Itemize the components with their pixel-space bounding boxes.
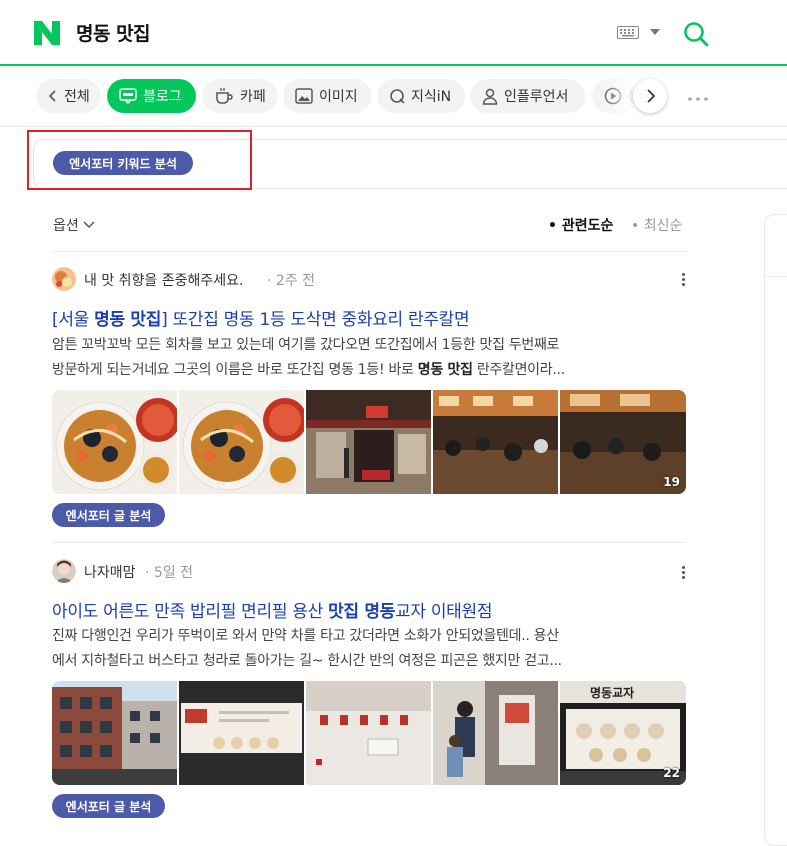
desc-line: 방문하게 되는거네요 그곳의 이름은 바로 또간집 명동 1등! 바로 명동 맛… <box>52 358 688 383</box>
search-icon[interactable] <box>682 20 710 48</box>
desc-line: 암튼 꼬박꼬박 모든 회차를 보고 있는데 여기를 갔다오면 또간집에서 1등한… <box>52 337 560 353</box>
post-time: · 2주 전 <box>267 273 316 289</box>
thumbnail[interactable] <box>179 681 304 785</box>
title-text: ] 또간집 명동 1등 도삭면 중화요리 란주칼면 <box>161 310 470 330</box>
post-thumbnails: 19 <box>52 390 686 494</box>
tab-label: 카페 <box>240 89 266 105</box>
avatar[interactable] <box>52 559 76 583</box>
tab-blog[interactable]: 블로그 <box>107 79 196 113</box>
thumbnail[interactable]: 명동교자 22 <box>560 681 686 785</box>
tabs-fade <box>600 79 636 113</box>
avatar[interactable] <box>52 267 76 291</box>
more-icon[interactable] <box>688 95 708 101</box>
divider <box>52 251 686 252</box>
thumbnail[interactable] <box>52 390 177 494</box>
search-header: 명동 맛집 <box>0 0 787 66</box>
highlight-box <box>27 130 252 190</box>
desc-line: 진짜 다행인건 우리가 뚜벅이로 와서 만약 차를 타고 갔더라면 소화가 안되… <box>52 628 559 644</box>
tab-label: 이미지 <box>319 89 358 105</box>
tab-influencer[interactable]: 인플루언서 <box>470 79 585 113</box>
sort-relevance[interactable]: • 관련도순 <box>548 215 613 235</box>
search-query[interactable]: 명동 맛집 <box>76 19 151 46</box>
title-text: [서울 <box>52 310 95 330</box>
thumbnail[interactable] <box>52 681 177 785</box>
search-tabs: 전체 블로그 카페 이미지 지식iN 인플루언서 <box>0 66 787 127</box>
tab-cafe[interactable]: 카페 <box>202 79 278 113</box>
chevron-down-icon <box>83 221 95 229</box>
post-author[interactable]: 나자매맘 <box>84 562 136 582</box>
options-toggle[interactable]: 옵션 <box>53 215 96 235</box>
naver-logo[interactable] <box>34 21 60 45</box>
post-time-value: 2주 전 <box>275 273 316 289</box>
post-time: · 5일 전 <box>145 565 194 581</box>
thumbnail[interactable]: 19 <box>560 390 686 494</box>
thumbnail[interactable] <box>433 390 558 494</box>
person-icon <box>482 88 498 105</box>
side-panel <box>764 214 787 846</box>
image-icon <box>295 88 313 104</box>
kin-icon <box>390 89 405 104</box>
desc-text: 란주칼면이라... <box>472 362 565 378</box>
tab-image[interactable]: 이미지 <box>283 79 371 113</box>
tab-label: 지식iN <box>411 89 452 105</box>
desc-text: 방문하게 되는거네요 그곳의 이름은 바로 또간집 명동 1등! 바로 <box>52 362 418 378</box>
title-text: 아이도 어른도 만족 밥리필 면리필 용산 <box>52 602 329 622</box>
image-count: 22 <box>663 766 680 780</box>
title-keyword: 맛집 명동 <box>328 602 396 622</box>
tab-label: 블로그 <box>143 89 182 105</box>
post-analysis-button[interactable]: 엔서포터 글 분석 <box>52 503 165 527</box>
desc-keyword: 명동 맛집 <box>417 362 473 378</box>
divider <box>765 276 787 277</box>
post-analysis-button[interactable]: 엔서포터 글 분석 <box>52 794 165 818</box>
cafe-icon <box>216 88 233 104</box>
options-label: 옵션 <box>53 218 79 234</box>
tab-kin[interactable]: 지식iN <box>377 79 465 113</box>
desc-line: 에서 지하철타고 버스타고 청라로 돌아가는 길~ 한시간 반의 여정은 피곤은… <box>52 653 562 669</box>
thumbnail[interactable] <box>179 390 304 494</box>
title-keyword: 명동 맛집 <box>94 310 162 330</box>
blog-icon <box>119 88 137 104</box>
kebab-menu-icon[interactable] <box>682 566 686 581</box>
sort-latest[interactable]: • 최신순 <box>631 215 682 235</box>
kebab-menu-icon[interactable] <box>682 273 686 288</box>
tab-all[interactable]: 전체 <box>36 79 101 113</box>
post-description[interactable]: 진짜 다행인건 우리가 뚜벅이로 와서 만약 차를 타고 갔더라면 소화가 안되… <box>52 624 688 674</box>
title-text: 교자 이태원점 <box>395 602 493 622</box>
divider <box>52 542 686 543</box>
post-title[interactable]: 아이도 어른도 만족 밥리필 면리필 용산 맛집 명동교자 이태원점 <box>52 597 493 622</box>
tab-label: 전체 <box>64 89 90 105</box>
sort-latest-label: 최신순 <box>643 218 683 234</box>
chevron-left-icon <box>48 90 56 102</box>
post-description[interactable]: 암튼 꼬박꼬박 모든 회차를 보고 있는데 여기를 갔다오면 또간집에서 1등한… <box>52 333 688 383</box>
post-author[interactable]: 내 맛 취향을 존중해주세요. <box>84 270 243 290</box>
sign-text: 명동교자 <box>590 685 634 700</box>
thumbnail[interactable] <box>306 390 431 494</box>
tab-scroll-next-button[interactable] <box>633 79 667 113</box>
keyboard-icon[interactable] <box>617 26 639 39</box>
thumbnail[interactable] <box>433 681 558 785</box>
chevron-right-icon <box>647 89 656 103</box>
chevron-down-icon[interactable] <box>650 29 660 35</box>
image-count: 19 <box>663 475 680 489</box>
tab-label: 인플루언서 <box>504 89 569 105</box>
post-thumbnails: 명동교자 22 <box>52 681 686 785</box>
post-time-value: 5일 전 <box>153 565 194 581</box>
post-title[interactable]: [서울 명동 맛집] 또간집 명동 1등 도삭면 중화요리 란주칼면 <box>52 305 470 330</box>
sort-relevance-label: 관련도순 <box>561 218 614 234</box>
thumbnail[interactable] <box>306 681 431 785</box>
